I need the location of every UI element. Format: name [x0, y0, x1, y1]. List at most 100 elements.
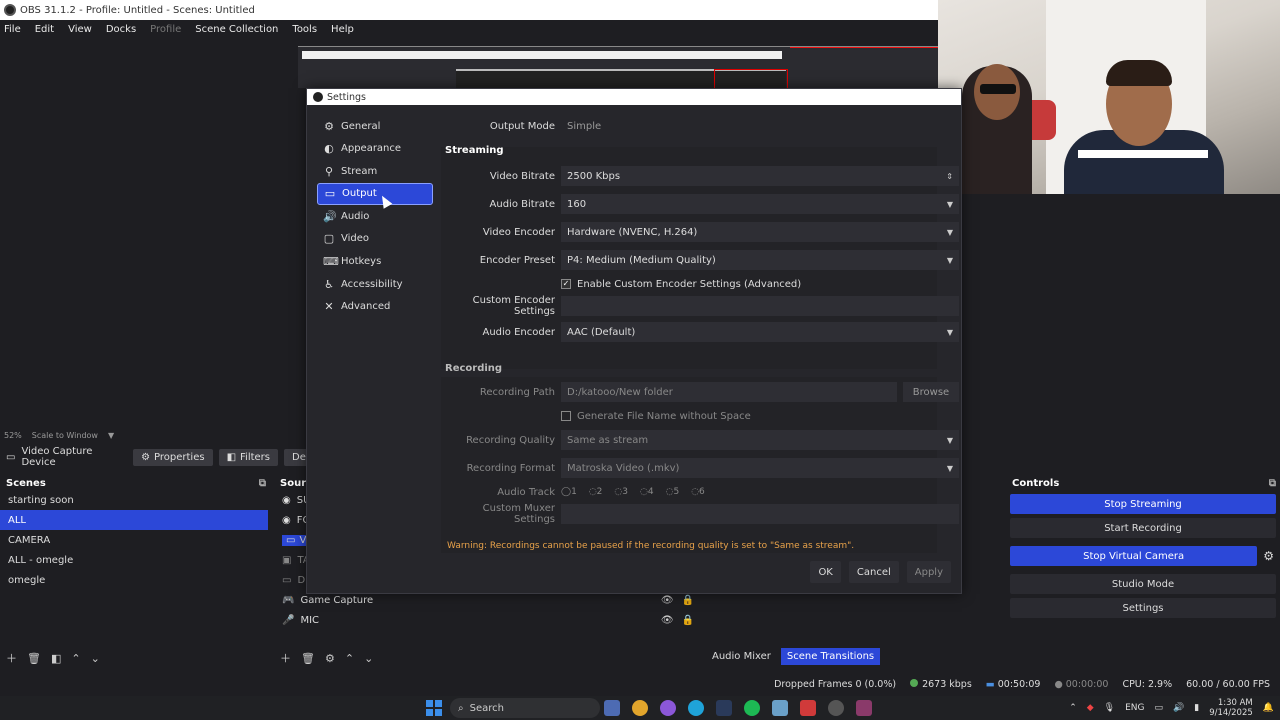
audio-track-checkbox[interactable]: ◌6 — [691, 487, 705, 497]
video-bitrate-spinbox[interactable]: 2500 Kbps ⇕ — [561, 166, 959, 186]
audio-encoder-select[interactable]: AAC (Default) ▼ — [561, 322, 959, 342]
virtual-camera-settings-icon[interactable]: ⚙ — [1263, 549, 1274, 563]
gen-filename-checkbox[interactable]: Generate File Name without Space — [561, 411, 751, 422]
ok-button[interactable]: OK — [810, 561, 841, 583]
dock-undock-icon[interactable]: ⧉ — [1269, 478, 1276, 489]
menu-scene-collection[interactable]: Scene Collection — [195, 24, 278, 35]
photos-icon[interactable] — [772, 700, 788, 716]
tiktok-icon[interactable] — [800, 700, 816, 716]
tab-audio-mixer[interactable]: Audio Mixer — [706, 648, 777, 665]
network-icon[interactable]: ▭ — [1155, 703, 1164, 713]
menu-profile[interactable]: Profile — [150, 24, 181, 35]
nav-hotkeys[interactable]: ⌨ Hotkeys — [317, 251, 433, 273]
nav-general[interactable]: ⚙ General — [317, 115, 433, 137]
stop-streaming-button[interactable]: Stop Streaming — [1010, 494, 1276, 514]
move-up-icon[interactable]: ⌃ — [71, 652, 80, 665]
add-scene-icon[interactable]: ＋ — [6, 650, 17, 666]
menu-docks[interactable]: Docks — [106, 24, 136, 35]
visibility-eye-icon[interactable]: 👁 — [661, 595, 674, 606]
custom-encoder-input[interactable] — [561, 296, 959, 316]
search-icon: ⌕ — [458, 702, 464, 714]
menu-view[interactable]: View — [68, 24, 92, 35]
keyboard-icon: ⌨ — [323, 255, 339, 269]
app-icon[interactable] — [856, 700, 872, 716]
scene-item-selected[interactable]: ALL — [0, 510, 268, 530]
move-down-icon[interactable]: ⌄ — [364, 652, 373, 665]
audio-track-checkbox[interactable]: ◯1 — [561, 487, 577, 497]
microphone-icon[interactable]: 🎙 — [1104, 703, 1115, 713]
source-settings-icon[interactable]: ⚙ — [325, 652, 335, 665]
audio-track-checkbox[interactable]: ◌5 — [666, 487, 680, 497]
battery-icon[interactable]: ▮ — [1194, 703, 1199, 713]
scene-item[interactable]: starting soon — [0, 490, 272, 510]
custom-muxer-input[interactable] — [561, 504, 959, 524]
chrome-icon[interactable] — [632, 700, 648, 716]
scene-item[interactable]: CAMERA — [0, 530, 272, 550]
audio-bitrate-select[interactable]: 160 ▼ — [561, 194, 959, 214]
scene-item[interactable]: ALL - omegle — [0, 550, 272, 570]
nav-video[interactable]: ▢ Video — [317, 228, 433, 250]
audio-track-checkbox[interactable]: ◌4 — [640, 487, 654, 497]
nav-stream[interactable]: ⚲ Stream — [317, 160, 433, 182]
visibility-eye-icon[interactable]: 👁 — [661, 615, 674, 626]
video-encoder-select[interactable]: Hardware (NVENC, H.264) ▼ — [561, 222, 959, 242]
nav-accessibility[interactable]: ♿ Accessibility — [317, 273, 433, 295]
encoder-preset-select[interactable]: P4: Medium (Medium Quality) ▼ — [561, 250, 959, 270]
cancel-button[interactable]: Cancel — [848, 561, 899, 583]
discord-icon[interactable]: ◆ — [1087, 703, 1094, 713]
stop-virtual-camera-button[interactable]: Stop Virtual Camera — [1010, 546, 1258, 566]
start-recording-button[interactable]: Start Recording — [1010, 518, 1276, 538]
edge-icon[interactable] — [688, 700, 704, 716]
messenger-icon[interactable] — [660, 700, 676, 716]
menu-file[interactable]: File — [4, 24, 21, 35]
nav-audio[interactable]: 🔊 Audio — [317, 205, 433, 227]
lock-icon[interactable]: 🔒 — [682, 615, 694, 626]
audio-track-checkbox[interactable]: ◌3 — [614, 487, 628, 497]
enable-custom-checkbox[interactable]: ✓ Enable Custom Encoder Settings (Advanc… — [561, 279, 801, 290]
obs-taskbar-icon[interactable] — [828, 700, 844, 716]
lock-icon[interactable]: 🔒 — [682, 595, 694, 606]
add-source-icon[interactable]: ＋ — [280, 650, 291, 666]
chevron-up-icon[interactable]: ⌃ — [1069, 703, 1077, 713]
recording-path-input[interactable]: D:/katooo/New folder — [561, 382, 897, 402]
spotify-icon[interactable] — [744, 700, 760, 716]
notifications-icon[interactable]: 🔔 — [1263, 703, 1274, 713]
remove-scene-icon[interactable]: 🗑 — [27, 652, 41, 665]
menu-edit[interactable]: Edit — [35, 24, 54, 35]
studio-mode-button[interactable]: Studio Mode — [1010, 574, 1276, 594]
preview-canvas[interactable] — [298, 46, 940, 89]
language-indicator[interactable]: ENG — [1125, 703, 1144, 713]
custom-muxer-label: Custom Muxer Settings — [482, 503, 555, 525]
taskbar-search[interactable]: ⌕ Search — [450, 698, 600, 718]
nav-appearance[interactable]: ◐ Appearance — [317, 138, 433, 160]
spin-arrows-icon[interactable]: ⇕ — [946, 172, 953, 181]
remove-source-icon[interactable]: 🗑 — [301, 652, 315, 665]
apply-button[interactable]: Apply — [906, 561, 951, 583]
zoom-mode[interactable]: Scale to Window — [32, 431, 98, 440]
browse-button[interactable]: Browse — [903, 382, 959, 402]
settings-button[interactable]: Settings — [1010, 598, 1276, 618]
menu-help[interactable]: Help — [331, 24, 354, 35]
windows-start-icon[interactable] — [426, 700, 442, 716]
clock[interactable]: 1:30 AM 9/14/2025 — [1209, 698, 1253, 718]
source-item[interactable]: 🎤 MIC 👁 🔒 — [278, 610, 698, 630]
nav-advanced[interactable]: ✕ Advanced — [317, 296, 433, 318]
nav-output[interactable]: ▭ Output — [317, 182, 433, 205]
scene-item[interactable]: omegle — [0, 570, 272, 590]
move-down-icon[interactable]: ⌄ — [91, 652, 100, 665]
volume-icon[interactable]: 🔊 — [1173, 703, 1184, 713]
scene-filters-icon[interactable]: ◧ — [51, 652, 61, 665]
recording-format-select[interactable]: Matroska Video (.mkv) ▼ — [561, 458, 959, 478]
zoom-dropdown-icon[interactable]: ▼ — [108, 431, 114, 440]
properties-button[interactable]: ⚙ Properties — [133, 448, 213, 466]
recording-quality-select[interactable]: Same as stream ▼ — [561, 430, 959, 450]
filters-button[interactable]: ◧ Filters — [218, 448, 279, 466]
tab-scene-transitions[interactable]: Scene Transitions — [780, 648, 881, 665]
steam-icon[interactable] — [716, 700, 732, 716]
app-icon[interactable] — [604, 700, 620, 716]
audio-track-checkbox[interactable]: ◌2 — [589, 487, 603, 497]
dock-undock-icon[interactable]: ⧉ — [259, 478, 266, 489]
menu-tools[interactable]: Tools — [292, 24, 317, 35]
output-mode-select[interactable]: Simple — [561, 116, 959, 136]
move-up-icon[interactable]: ⌃ — [345, 652, 354, 665]
